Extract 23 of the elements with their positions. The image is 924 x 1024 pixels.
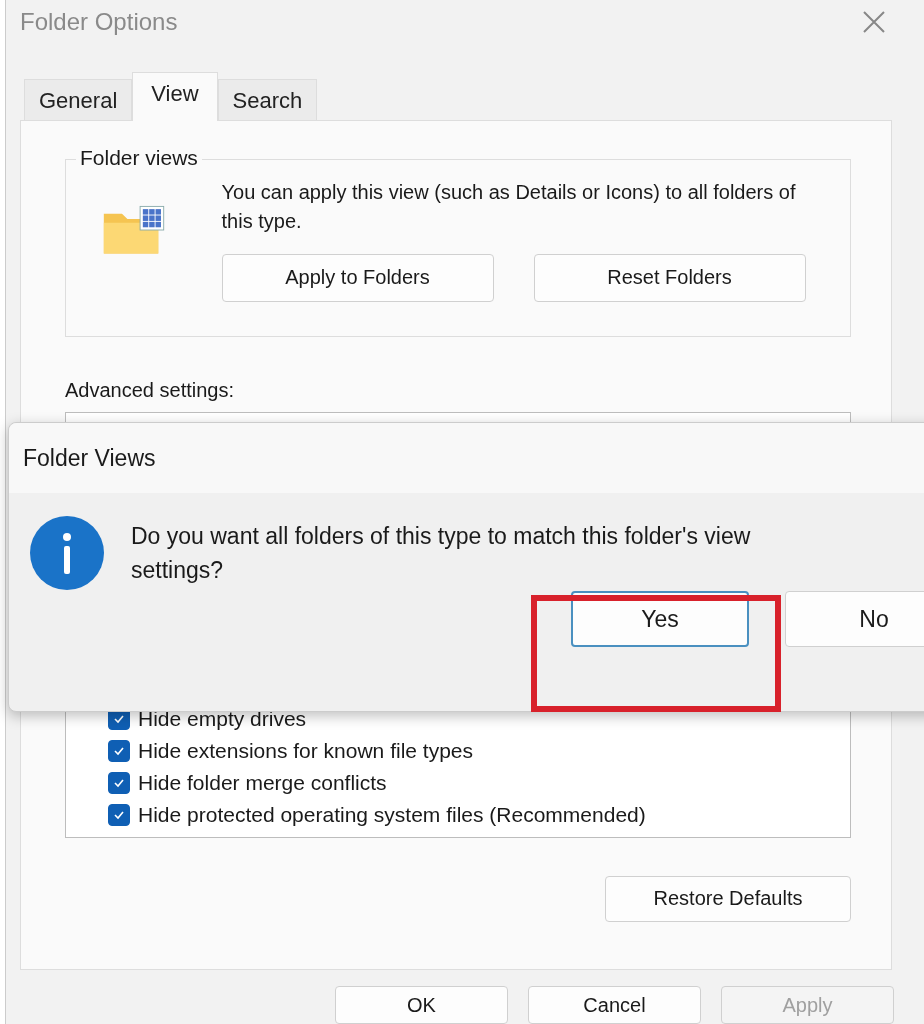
setting-label: Hide folder merge conflicts bbox=[138, 770, 387, 795]
close-icon[interactable] bbox=[862, 9, 886, 34]
folder-button[interactable]: Apply to Folders bbox=[221, 253, 494, 302]
tab[interactable]: View bbox=[132, 71, 218, 121]
checkbox[interactable] bbox=[108, 771, 130, 794]
tab[interactable]: General bbox=[24, 78, 133, 120]
tab[interactable]: Search bbox=[217, 78, 318, 120]
advanced-settings-label: Advanced settings: bbox=[65, 378, 235, 402]
window-title: Folder Options bbox=[20, 7, 178, 36]
setting-label: Hide extensions for known file types bbox=[138, 738, 473, 763]
dialog-message: Do you want all folders of this type to match this folder's view settings? bbox=[131, 522, 752, 585]
checkbox[interactable] bbox=[108, 803, 130, 826]
info-icon bbox=[29, 515, 105, 591]
restore-defaults-button[interactable]: Restore Defaults bbox=[605, 875, 851, 922]
setting-label: Hide empty drives bbox=[138, 706, 307, 731]
footer-button[interactable]: Cancel bbox=[528, 986, 701, 1024]
setting-label: Hide protected operating system files (Recommended) bbox=[138, 802, 646, 827]
folder-button[interactable]: Reset Folders bbox=[533, 253, 806, 302]
footer-button[interactable]: OK bbox=[335, 986, 508, 1024]
checkbox[interactable] bbox=[108, 739, 130, 762]
dialog-button[interactable]: No bbox=[785, 591, 924, 647]
description-text: You can apply this view (such as Details or Icons) to all folders of this type. bbox=[221, 179, 797, 234]
dialog-title: Folder Views bbox=[23, 444, 156, 472]
